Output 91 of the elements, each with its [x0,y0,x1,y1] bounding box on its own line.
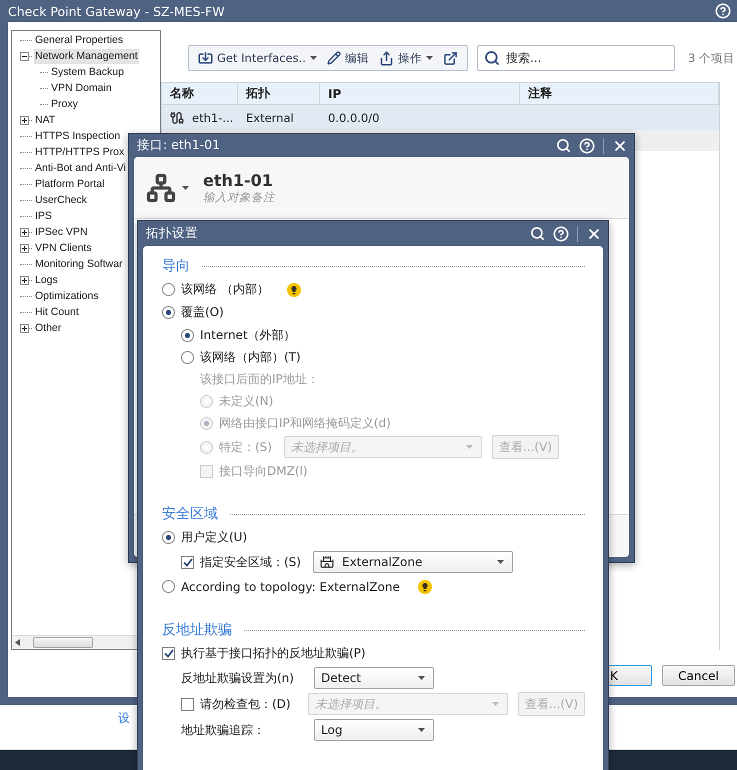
link[interactable]: 设 [118,711,130,725]
network-icon[interactable] [146,172,176,202]
expand-icon[interactable] [20,276,29,284]
section-heading: 导向 [162,257,190,275]
help-icon[interactable] [553,226,569,242]
tree-item[interactable]: Hit Count [34,304,80,320]
option-label: 该网络 （内部） [181,281,269,298]
caret-icon [492,702,499,706]
dropdown[interactable]: Log [314,719,434,741]
dropdown[interactable]: Detect [314,667,434,689]
tree-item[interactable]: Optimizations [34,288,100,304]
tree-item[interactable]: IPSec VPN [34,224,89,240]
tree-item[interactable]: Logs [34,272,59,288]
item-count: 3 个项目 [688,50,736,66]
castle-icon [320,555,334,569]
radio-button[interactable] [162,531,175,544]
share-icon [378,50,394,66]
tree-item[interactable]: Proxy [50,96,79,112]
option-label: 该网络（内部）(T) [200,348,301,366]
radio-button[interactable] [162,580,175,593]
option-label: 执行基于接口拓扑的反地址欺骗(P) [181,645,366,662]
table-cell: 0.0.0.0/0 [328,110,380,124]
expand-icon[interactable] [20,228,29,236]
tree-item[interactable]: VPN Clients [34,240,93,256]
caret-icon [466,445,473,449]
tree-item[interactable]: Network Management [34,48,139,64]
tree-item[interactable]: System Backup [50,64,125,80]
dialog-title: 拓扑设置 [146,225,199,242]
table-row[interactable]: eth1-... External 0.0.0.0/0 [162,105,719,130]
radio-button[interactable] [162,283,175,296]
collapse-icon[interactable] [20,52,29,60]
caret-icon [496,560,504,564]
window-title: Check Point Gateway - SZ-MES-FW [8,4,226,18]
caret-icon [418,728,425,732]
search-field[interactable]: 搜索... [476,45,675,71]
option-label: 网络由接口IP和网络掩码定义(d) [219,414,391,432]
table-cell: External [246,110,294,124]
search-icon [484,50,500,66]
cable-icon [170,110,184,124]
field-label: 地址欺骗追踪： [181,722,266,738]
help-icon[interactable] [715,3,731,19]
checkbox[interactable] [162,647,175,660]
toolbar-button[interactable]: 编辑 [324,50,372,66]
toolbar-button[interactable]: 操作 [376,50,436,66]
tree-item[interactable]: Anti-Bot and Anti-Vi [34,160,127,176]
option-label: 未定义(N) [219,392,274,410]
radio-button[interactable] [181,328,194,342]
dialog-title: 接口: eth1-01 [137,137,222,154]
tree-item[interactable]: Other [34,320,62,336]
cancel-button[interactable]: Cancel [662,665,735,686]
tree-item[interactable]: NAT [34,112,56,128]
field-label: 该接口后面的IP地址： [200,370,319,388]
tree-item[interactable]: Monitoring Softwar [34,256,124,272]
radio-button[interactable] [162,306,175,319]
search-icon[interactable] [556,138,571,153]
dropdown[interactable]: ExternalZone [312,551,513,573]
option-label: 接口导向DMZ(l) [219,462,308,480]
checkbox[interactable] [181,556,194,568]
popout-icon [442,50,458,66]
pencil-icon [326,51,341,65]
option-label: Internet（外部） [200,326,296,344]
tree-item[interactable]: Platform Portal [34,176,106,192]
search-icon[interactable] [530,226,545,241]
tree-item[interactable]: HTTP/HTTPS Prox [34,144,126,160]
object-name[interactable]: eth1-01 [203,170,275,190]
expand-icon[interactable] [20,244,29,252]
radio-button[interactable] [181,350,194,364]
section-heading: 反地址欺骗 [162,621,232,639]
table-cell: eth1-... [192,110,234,124]
option-label: 请勿检查包：(D) [200,696,292,712]
caret-icon [182,186,189,190]
field-label: 反地址欺骗设置为(n) [181,670,295,686]
help-icon[interactable] [579,138,595,154]
section-heading: 安全区域 [162,505,218,523]
toolbar-button[interactable]: Get Interfaces.. [195,50,320,66]
expand-icon[interactable] [20,116,29,124]
import-icon [198,50,213,66]
checkbox[interactable] [181,698,194,710]
tree-item[interactable]: General Properties [34,32,124,48]
tree-item[interactable]: IPS [34,208,53,224]
option-label: 指定安全区域：(S) [200,554,301,570]
tree-item[interactable]: VPN Domain [50,80,113,96]
tree-item[interactable]: UserCheck [34,192,88,208]
tree-item[interactable]: HTTPS Inspection [34,128,122,144]
left-arrow-icon[interactable] [15,639,20,646]
option-label: 用户定义(U) [181,529,248,546]
option-label: According to topology: ExternalZone [181,580,400,594]
option-label: 覆盖(O) [181,304,224,321]
expand-icon[interactable] [20,324,29,332]
option-label: 特定：(S) [219,438,272,456]
caret-icon [418,676,425,680]
